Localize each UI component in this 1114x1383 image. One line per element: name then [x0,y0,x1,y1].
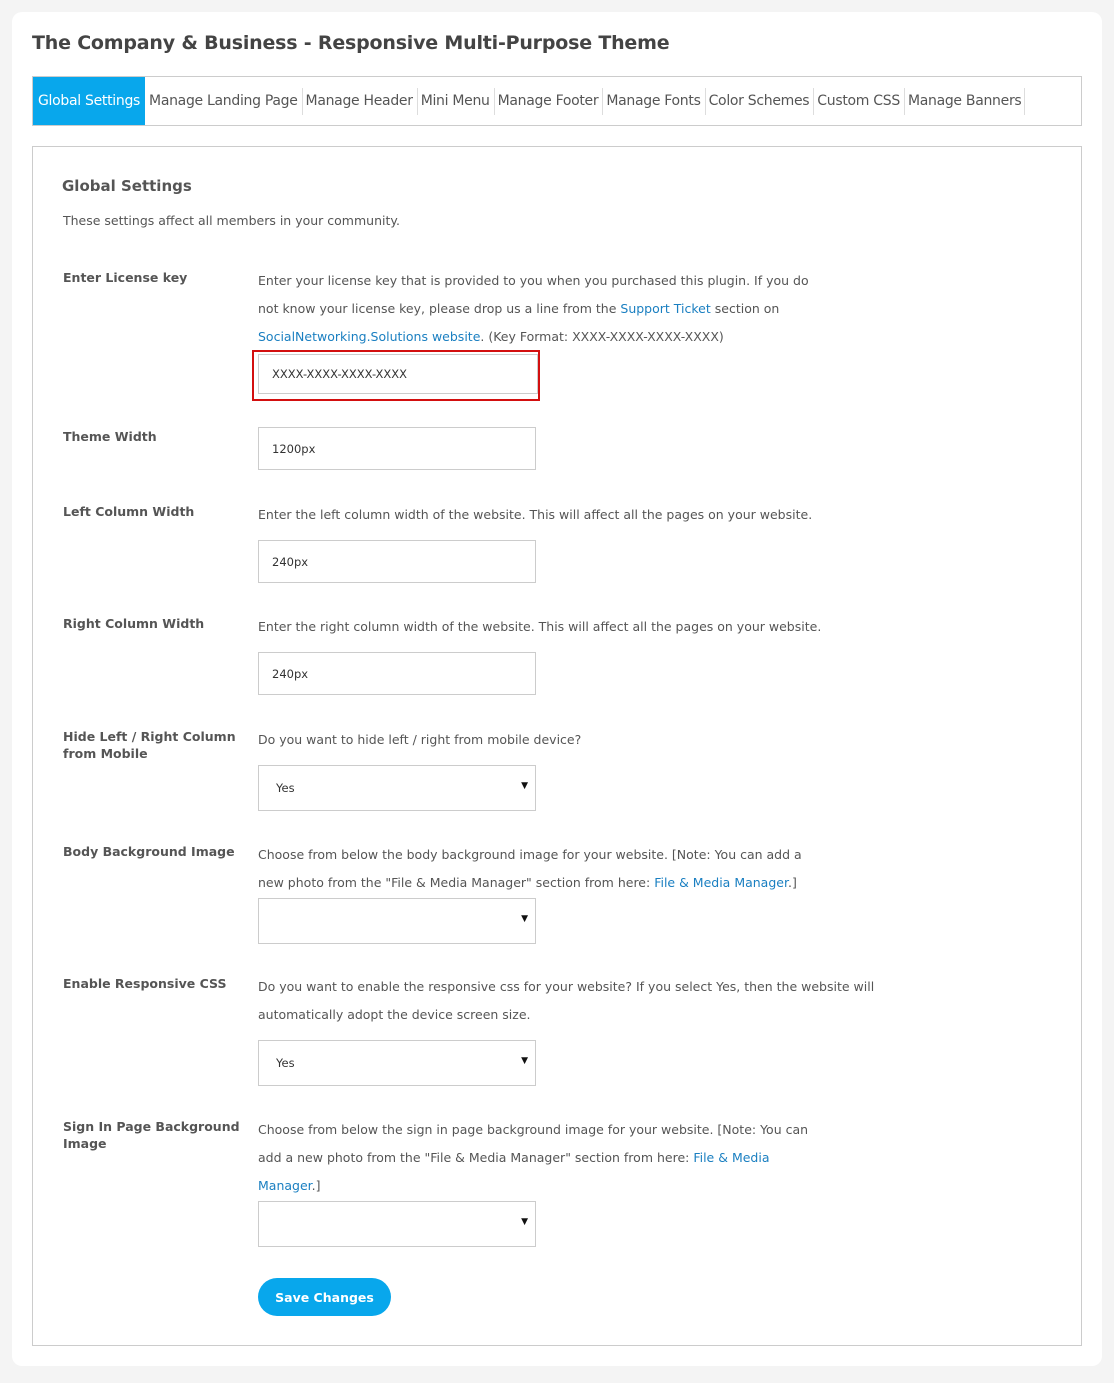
body-bg-desc-line-1: Choose from below the body background im… [258,847,802,862]
body-bg-desc-line-2: new photo from the "File & Media Manager… [258,869,802,897]
left-column-width-description: Enter the left column width of the websi… [258,507,813,522]
file-media-manager-link[interactable]: File & Media Manager [654,875,788,890]
responsive-css-description: Do you want to enable the responsive css… [258,973,874,1029]
signin-label-line-2: Image [63,1136,107,1151]
left-column-width-label: Left Column Width [63,504,195,519]
license-desc-text: . (Key Format: XXXX-XXXX-XXXX-XXXX) [480,329,724,344]
responsive-desc-line-1: Do you want to enable the responsive css… [258,979,875,994]
right-column-width-description: Enter the right column width of the webs… [258,619,822,634]
responsive-css-label: Enable Responsive CSS [63,976,227,991]
body-background-label: Body Background Image [63,844,235,859]
tab-manage-header[interactable]: Manage Header [301,77,417,125]
panel-title: Global Settings [62,177,192,195]
tab-custom-css[interactable]: Custom CSS [813,77,904,125]
dropdown-arrow-icon: ▼ [521,914,528,924]
page-title: The Company & Business - Responsive Mult… [32,32,670,54]
hide-columns-label-line-2: from Mobile [63,746,148,761]
body-bg-desc-text: new photo from the "File & Media Manager… [258,875,655,890]
theme-width-label: Theme Width [63,429,157,444]
select-value: Yes [276,781,295,795]
file-media-manager-link-cont[interactable]: Manager [258,1178,312,1193]
select-value: Yes [276,1056,295,1070]
signin-label-line-1: Sign In Page Background [63,1119,240,1134]
theme-width-input[interactable] [258,427,536,470]
signin-desc-text: .] [311,1178,321,1193]
tab-color-schemes[interactable]: Color Schemes [704,77,814,125]
license-key-description: Enter your license key that is provided … [258,267,809,351]
body-background-description: Choose from below the body background im… [258,841,802,897]
license-key-input[interactable] [258,354,538,394]
save-changes-button[interactable]: Save Changes [258,1278,391,1316]
hide-columns-mobile-select[interactable]: Yes ▼ [258,765,536,811]
hide-columns-mobile-label: Hide Left / Right Column from Mobile [63,728,248,762]
right-column-width-input[interactable] [258,652,536,695]
support-ticket-link[interactable]: Support Ticket [620,301,710,316]
license-key-label: Enter License key [63,270,188,285]
license-desc-line-1: Enter your license key that is provided … [258,273,809,288]
right-column-width-label: Right Column Width [63,616,205,631]
dropdown-arrow-icon: ▼ [521,1056,528,1066]
license-desc-text: section on [710,301,780,316]
settings-card: The Company & Business - Responsive Mult… [12,12,1102,1366]
socialnetworking-solutions-link[interactable]: SocialNetworking.Solutions website [258,329,480,344]
body-background-select[interactable]: ▼ [258,898,536,944]
signin-desc-line-2: add a new photo from the "File & Media M… [258,1144,808,1172]
dropdown-arrow-icon: ▼ [521,1217,528,1227]
signin-background-label: Sign In Page Background Image [63,1118,248,1152]
license-desc-text: not know your license key, please drop u… [258,301,621,316]
signin-desc-text: add a new photo from the "File & Media M… [258,1150,694,1165]
hide-columns-label-line-1: Hide Left / Right Column [63,729,236,744]
file-media-manager-link[interactable]: File & Media [693,1150,769,1165]
tab-mini-menu[interactable]: Mini Menu [416,77,494,125]
tab-manage-banners[interactable]: Manage Banners [903,77,1026,125]
license-desc-line-2: not know your license key, please drop u… [258,295,809,323]
license-desc-line-3: SocialNetworking.Solutions website. (Key… [258,323,809,351]
left-column-width-input[interactable] [258,540,536,583]
responsive-desc-line-2: automatically adopt the device screen si… [258,1007,531,1022]
responsive-css-select[interactable]: Yes ▼ [258,1040,536,1086]
settings-panel: Global Settings These settings affect al… [32,146,1082,1346]
tab-manage-landing-page[interactable]: Manage Landing Page [145,77,302,125]
tab-bar: Global Settings Manage Landing Page Mana… [32,76,1082,126]
signin-desc-line-1: Choose from below the sign in page backg… [258,1122,809,1137]
signin-desc-line-3: Manager.] [258,1172,808,1200]
signin-background-description: Choose from below the sign in page backg… [258,1116,808,1200]
signin-background-select[interactable]: ▼ [258,1201,536,1247]
tab-global-settings[interactable]: Global Settings [33,77,146,125]
body-bg-desc-text: .] [787,875,797,890]
tab-manage-fonts[interactable]: Manage Fonts [602,77,704,125]
hide-columns-mobile-description: Do you want to hide left / right from mo… [258,732,582,747]
dropdown-arrow-icon: ▼ [521,781,528,791]
panel-description: These settings affect all members in you… [63,213,400,228]
tab-manage-footer[interactable]: Manage Footer [493,77,603,125]
